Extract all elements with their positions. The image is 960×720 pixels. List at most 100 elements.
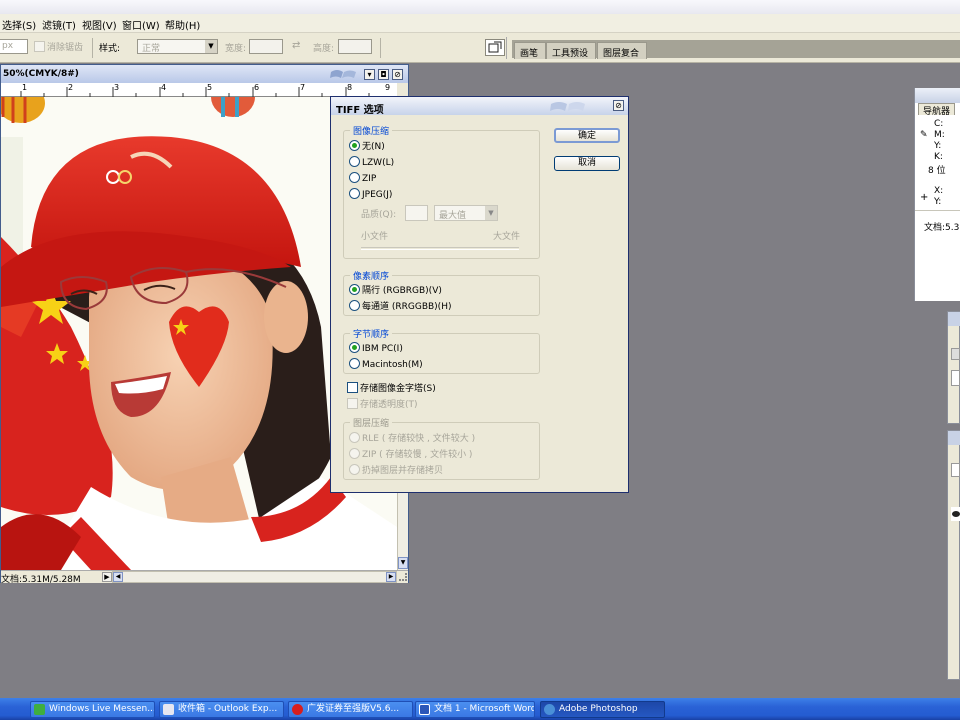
tab-layer-comps[interactable]: 图层复合: [597, 42, 648, 59]
document-titlebar[interactable]: 50%(CMYK/8#) ▾ ◘ ⊘: [1, 65, 408, 83]
menu-filter[interactable]: 滤镜(T): [42, 17, 76, 32]
option-label: 每通道 (RRGGBB)(H): [362, 302, 452, 312]
channels-panel-edge: [947, 430, 960, 680]
height-field[interactable]: [338, 39, 372, 54]
close-icon[interactable]: ⊘: [613, 100, 624, 111]
minimize-icon[interactable]: ▾: [364, 69, 375, 80]
quality-select[interactable]: 最大值 ▼: [434, 205, 498, 221]
option-label: JPEG(J): [362, 190, 393, 200]
windows-logo-icon: [550, 102, 585, 111]
dialog-titlebar[interactable]: TIFF 选项 ⊘: [331, 97, 628, 116]
checkbox-label: 存储透明度(T): [360, 400, 418, 410]
antialias-checkbox[interactable]: 消除锯齿: [34, 40, 83, 53]
outlook-icon: [163, 704, 174, 715]
info-k: K:: [934, 152, 943, 162]
chevron-down-icon[interactable]: ▼: [205, 40, 217, 53]
info-bits: 8 位: [928, 166, 946, 176]
option-label: ZIP ( 存储较慢 , 文件较小 ): [362, 450, 473, 460]
width-field[interactable]: [249, 39, 283, 54]
option-label: 无(N): [362, 142, 385, 152]
ruler-label: 6: [254, 83, 260, 92]
taskbar-item-outlook[interactable]: 收件箱 - Outlook Exp...: [159, 701, 284, 718]
radio-per-channel[interactable]: 每通道 (RRGGBB)(H): [349, 300, 451, 313]
taskbar-item-photoshop[interactable]: Adobe Photoshop: [540, 701, 665, 718]
layer-compression-group: 图层压缩 RLE ( 存储较快 , 文件较大 ) ZIP ( 存储较慢 , 文件…: [343, 416, 540, 480]
taskbar-item-word[interactable]: 文档 1 - Microsoft Word: [415, 701, 535, 718]
divider: [380, 38, 381, 58]
taskbar-label: Adobe Photoshop: [559, 704, 638, 714]
style-select[interactable]: 正常 ▼: [137, 39, 218, 54]
radio-none[interactable]: 无(N): [349, 140, 385, 153]
option-label: 扔掉图层并存储拷贝: [362, 466, 444, 476]
ruler-label: 4: [161, 83, 167, 92]
menu-view[interactable]: 视图(V): [82, 17, 117, 32]
menu-bar: 选择(S) 滤镜(T) 视图(V) 窗口(W) 帮助(H): [0, 14, 960, 33]
panel-field[interactable]: [951, 370, 960, 386]
taskbar-item-gf-securities[interactable]: 广发证券至强版V5.6...: [288, 701, 413, 718]
eye-icon[interactable]: [951, 507, 960, 521]
resize-grip-icon[interactable]: [399, 573, 407, 581]
radio-ibm-pc[interactable]: IBM PC(I): [349, 342, 403, 355]
feather-field[interactable]: px: [0, 39, 28, 54]
taskbar-label: 广发证券至强版V5.6...: [307, 704, 400, 714]
palette-well-icon[interactable]: [485, 39, 505, 56]
option-label: LZW(L): [362, 158, 395, 168]
tab-brushes[interactable]: 画笔: [514, 42, 547, 59]
menu-select[interactable]: 选择(S): [2, 17, 36, 32]
panel-titlebar[interactable]: [915, 88, 960, 103]
menu-window[interactable]: 窗口(W): [122, 17, 160, 32]
info-y-coord: Y:: [934, 197, 942, 207]
radio-rle[interactable]: RLE ( 存储较快 , 文件较大 ): [349, 432, 475, 445]
tiff-options-dialog: TIFF 选项 ⊘ 确定 取消 图像压缩 无(N) LZW(L) ZIP JPE…: [330, 96, 629, 493]
save-transparency-checkbox[interactable]: 存储透明度(T): [347, 398, 418, 411]
option-label: RLE ( 存储较快 , 文件较大 ): [362, 434, 476, 444]
horizontal-scrollbar[interactable]: ◀ ▶: [112, 571, 397, 583]
cancel-button[interactable]: 取消: [554, 156, 620, 171]
quality-input[interactable]: [405, 205, 428, 221]
ok-button[interactable]: 确定: [554, 128, 620, 143]
style-label: 样式:: [99, 44, 121, 54]
tab-navigator[interactable]: 导航器: [918, 103, 956, 117]
save-pyramid-checkbox[interactable]: 存储图像金字塔(S): [347, 382, 436, 395]
maximize-icon[interactable]: ◘: [378, 69, 389, 80]
radio-layer-zip[interactable]: ZIP ( 存储较慢 , 文件较小 ): [349, 448, 472, 461]
group-title: 像素顺序: [350, 269, 393, 282]
divider: [506, 37, 511, 59]
radio-discard-layers[interactable]: 扔掉图层并存储拷贝: [349, 464, 443, 477]
close-icon[interactable]: ⊘: [392, 69, 403, 80]
radio-interleaved[interactable]: 隔行 (RGBRGB)(V): [349, 284, 442, 297]
option-label: ZIP: [362, 174, 377, 184]
swap-icon[interactable]: ⇄: [292, 40, 300, 51]
radio-jpeg[interactable]: JPEG(J): [349, 188, 392, 201]
panel-titlebar[interactable]: [948, 431, 960, 445]
image-compression-group: 图像压缩 无(N) LZW(L) ZIP JPEG(J) 品质(Q): 最大值 …: [343, 124, 540, 259]
radio-zip[interactable]: ZIP: [349, 172, 376, 185]
pixel-order-group: 像素顺序 隔行 (RGBRGB)(V) 每通道 (RRGGBB)(H): [343, 269, 540, 316]
document-title: 50%(CMYK/8#): [3, 69, 79, 79]
style-value: 正常: [142, 44, 161, 54]
document-size: 文档:5.31M/5.28M: [1, 575, 81, 585]
panel-field[interactable]: [951, 463, 960, 477]
divider: [92, 38, 93, 58]
option-label: 隔行 (RGBRGB)(V): [362, 286, 442, 296]
checkbox-label: 存储图像金字塔(S): [360, 384, 436, 394]
radio-lzw[interactable]: LZW(L): [349, 156, 394, 169]
group-title: 字节顺序: [350, 327, 393, 340]
ruler-label: 5: [207, 83, 213, 92]
quality-slider[interactable]: [361, 247, 519, 250]
group-title: 图层压缩: [350, 416, 393, 429]
taskbar-item-messenger[interactable]: Windows Live Messen...: [30, 701, 155, 718]
radio-macintosh[interactable]: Macintosh(M): [349, 358, 423, 371]
scroll-left-icon[interactable]: ◀: [113, 572, 123, 582]
chevron-down-icon[interactable]: ▼: [485, 206, 497, 220]
status-menu-icon[interactable]: ▶: [102, 572, 112, 582]
info-doc-size: 文档:5.3: [924, 223, 960, 233]
ruler-label: 7: [300, 83, 306, 92]
panel-titlebar[interactable]: [948, 312, 960, 326]
menu-help[interactable]: 帮助(H): [165, 17, 200, 32]
ruler-label: 2: [68, 83, 74, 92]
tab-tool-presets[interactable]: 工具预设: [546, 42, 597, 59]
scroll-right-icon[interactable]: ▶: [386, 572, 396, 582]
panel-icon[interactable]: [951, 348, 960, 360]
scroll-down-icon[interactable]: ▼: [398, 557, 408, 569]
